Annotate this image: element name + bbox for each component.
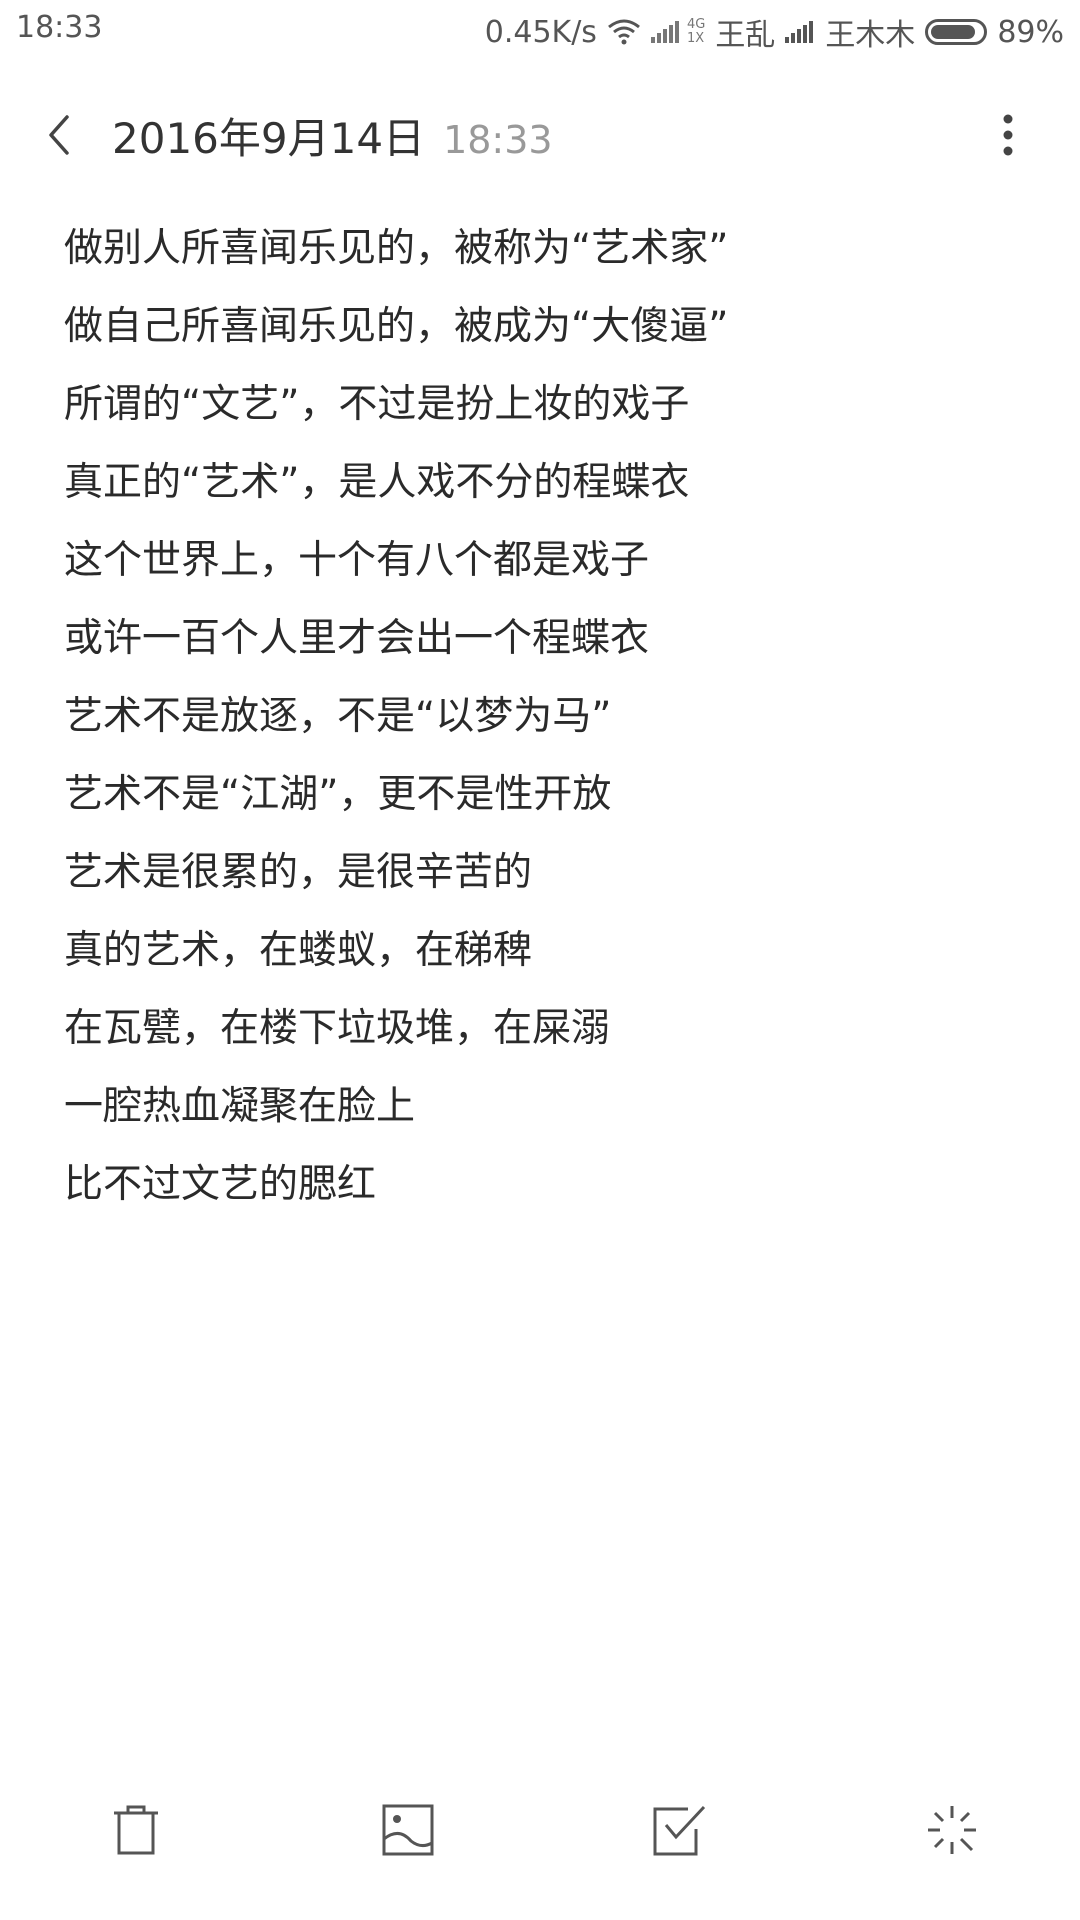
delete-button[interactable] [96,1790,176,1870]
chevron-left-icon [49,115,69,155]
image-icon [382,1804,434,1856]
magic-button[interactable] [912,1790,992,1870]
sparkle-icon [928,1806,976,1854]
battery-fill [931,25,976,39]
bottom-toolbar [0,1760,1080,1920]
network-type: 4G 1X [687,18,705,46]
note-body[interactable]: 做别人所喜闻乐见的，被称为“艺术家” 做自己所喜闻乐见的，被成为“大傻逼” 所谓的“… [64,210,1024,1224]
signal-dotted-icon [650,21,681,43]
note-line: 比不过文艺的腮红 [64,1162,377,1207]
note-line: 在瓦甓，在楼下垃圾堆，在屎溺 [64,1006,611,1051]
signal-icon [785,21,815,43]
note-line: 艺术是很累的，是很辛苦的 [64,850,533,895]
note-line: 艺术不是放逐，不是“以梦为马” [64,694,612,739]
wifi-icon [607,19,641,45]
status-right: 0.45K/s 4G 1X 王乱 王木木 89% [485,10,1064,54]
network-type-top: 4G [686,17,706,32]
note-line: 真正的“艺术”，是人戏不分的程蝶衣 [64,460,690,505]
status-time: 18:33 [16,10,103,45]
status-bar: 18:33 0.45K/s 4G 1X 王乱 王木木 89% [0,0,1080,60]
note-title: 2016年9月14日 18:33 [112,105,553,166]
note-time: 18:33 [443,118,553,162]
checklist-button[interactable] [640,1790,720,1870]
network-type-bottom: 1X [686,31,705,46]
trash-icon [114,1805,158,1855]
insert-image-button[interactable] [368,1790,448,1870]
carrier-1: 王乱 [715,18,776,53]
note-date: 2016年9月14日 [112,114,426,163]
note-line: 所谓的“文艺”，不过是扮上妆的戏子 [64,382,690,427]
note-line: 真的艺术，在蝼蚁，在稊稗 [64,928,533,973]
note-line: 做自己所喜闻乐见的，被成为“大傻逼” [64,304,729,349]
back-button[interactable] [30,107,86,163]
more-vertical-icon [1003,114,1013,156]
note-line: 艺术不是“江湖”，更不是性开放 [64,772,612,817]
carrier-2: 王木木 [825,18,916,53]
battery-icon [925,19,988,45]
network-speed: 0.45K/s [484,14,597,50]
note-line: 或许一百个人里才会出一个程蝶衣 [64,616,650,661]
note-header: 2016年9月14日 18:33 [0,95,1080,175]
checkbox-icon [653,1805,706,1856]
note-line: 一腔热血凝聚在脸上 [64,1084,416,1129]
battery-percent: 89% [997,14,1064,50]
more-button[interactable] [980,107,1036,163]
note-line: 做别人所喜闻乐见的，被称为“艺术家” [64,226,729,271]
note-line: 这个世界上，十个有八个都是戏子 [64,538,650,583]
